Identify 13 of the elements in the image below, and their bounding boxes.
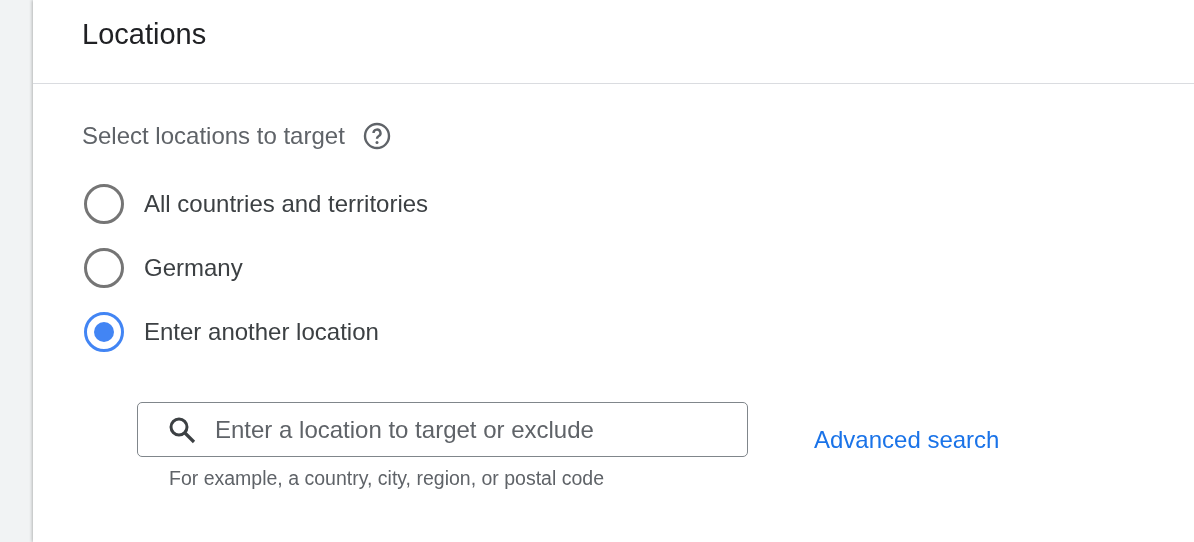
option-label[interactable]: Enter another location [144, 318, 379, 346]
option-label[interactable]: Germany [144, 254, 243, 282]
section-label: Select locations to target [82, 122, 345, 150]
helper-text: For example, a country, city, region, or postal code [169, 467, 604, 490]
option-label[interactable]: All countries and territories [144, 190, 429, 218]
advanced-search-link[interactable]: Advanced search [814, 426, 1000, 454]
location-search-field[interactable]: Enter a location to target or exclude [137, 402, 748, 457]
search-icon [168, 416, 196, 444]
panel-title: Locations [82, 18, 207, 51]
radio-button[interactable] [84, 184, 124, 224]
radio-button[interactable] [84, 248, 124, 288]
help-icon[interactable] [362, 122, 391, 150]
radio-button[interactable] [84, 312, 124, 352]
